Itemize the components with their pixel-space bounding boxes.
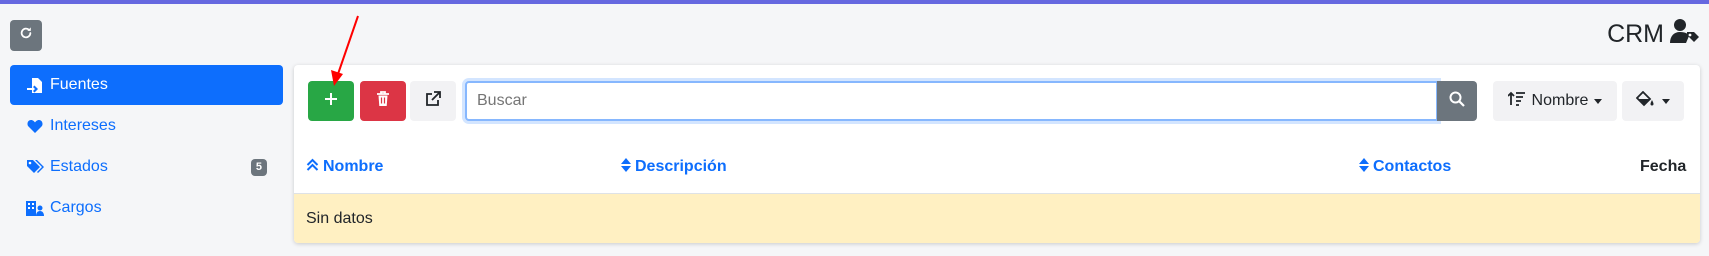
add-button[interactable]	[308, 81, 354, 121]
refresh-button[interactable]	[10, 20, 42, 51]
search-icon	[1449, 91, 1465, 112]
sidebar-item-label: Fuentes	[50, 76, 108, 93]
sort-icon	[621, 157, 631, 177]
sort-icon	[1506, 91, 1526, 112]
column-header-label: Contactos	[1373, 158, 1452, 175]
external-link-icon	[425, 90, 441, 112]
sort-label: Nombre	[1531, 92, 1589, 109]
column-header-descripcion[interactable]: Descripción	[621, 157, 727, 177]
sort-ascending-icon	[306, 158, 319, 177]
sidebar: Fuentes Intereses Estados 5 Cargos	[10, 65, 283, 229]
empty-message: Sin datos	[306, 209, 373, 227]
file-import-icon	[26, 76, 44, 94]
column-header-label: Fecha	[1640, 158, 1687, 175]
column-header-nombre[interactable]: Nombre	[306, 157, 383, 177]
sort-dropdown[interactable]: Nombre	[1493, 81, 1617, 121]
plus-icon	[324, 92, 338, 111]
refresh-icon	[19, 26, 33, 45]
sidebar-item-intereses[interactable]: Intereses	[10, 106, 283, 146]
app-title-text: CRM	[1607, 19, 1664, 48]
column-header-fecha: Fecha	[1640, 157, 1686, 177]
user-tag-icon[interactable]	[1670, 18, 1700, 51]
paint-bucket-icon	[1635, 90, 1654, 112]
search-input[interactable]	[465, 81, 1438, 121]
empty-table-row: Sin datos	[294, 193, 1700, 243]
sidebar-item-label: Intereses	[50, 117, 116, 134]
chevron-down-icon	[1594, 98, 1603, 104]
sidebar-item-estados[interactable]: Estados 5	[10, 147, 283, 187]
sidebar-item-fuentes[interactable]: Fuentes	[10, 65, 283, 105]
sidebar-item-label: Estados	[50, 158, 108, 175]
heart-icon	[26, 117, 44, 135]
tags-icon	[26, 158, 44, 176]
column-header-label: Nombre	[323, 158, 384, 175]
delete-button[interactable]	[360, 81, 406, 121]
search-button[interactable]	[1437, 81, 1477, 121]
paint-dropdown[interactable]	[1622, 81, 1684, 121]
export-button[interactable]	[410, 81, 456, 121]
count-badge: 5	[250, 159, 267, 176]
top-accent-strip	[0, 0, 1709, 4]
chevron-down-icon	[1662, 98, 1670, 104]
main-card: Nombre Nombre Descripción Contactos Fech…	[294, 65, 1700, 243]
sidebar-item-cargos[interactable]: Cargos	[10, 188, 283, 228]
sort-icon	[1359, 157, 1369, 177]
column-header-label: Descripción	[635, 158, 727, 175]
column-header-contactos[interactable]: Contactos	[1359, 157, 1451, 177]
trash-icon	[376, 90, 390, 112]
building-user-icon	[26, 199, 44, 217]
sidebar-item-label: Cargos	[50, 199, 102, 216]
app-title: CRM	[1607, 16, 1700, 52]
